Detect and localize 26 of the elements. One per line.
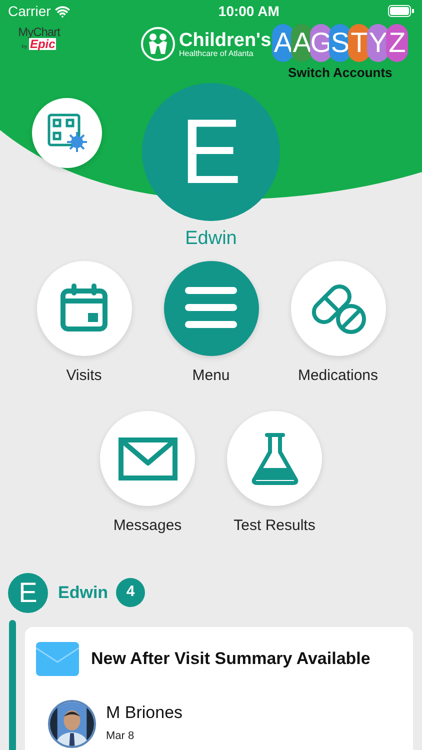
flask-icon <box>250 432 300 486</box>
message-date: Mar 8 <box>106 729 136 744</box>
battery-icon <box>388 5 414 17</box>
envelope-icon <box>36 642 79 676</box>
shortcut-label: Menu <box>192 366 230 386</box>
switch-accounts-button[interactable]: Switch Accounts <box>288 63 392 82</box>
card-title: New After Visit Summary Available <box>91 648 370 670</box>
calendar-icon <box>59 283 109 333</box>
sender-name: M Briones <box>106 702 183 724</box>
carrier-label: Carrier <box>8 2 51 20</box>
account-avatar[interactable]: Z <box>386 24 408 62</box>
notification-card[interactable]: New After Visit Summary Available M Briones Mar 8 <box>25 626 413 750</box>
qr-virus-icon <box>47 112 87 152</box>
feed-name: Edwin <box>58 582 108 604</box>
menu-icon <box>183 285 239 331</box>
shortcut-label: Medications <box>298 366 378 386</box>
wifi-icon <box>54 4 70 18</box>
org-logo: Children's Healthcare of Atlanta <box>140 26 272 62</box>
shortcut-label: Messages <box>113 516 182 536</box>
status-time: 10:00 AM <box>218 2 280 20</box>
profile-name: Edwin <box>185 226 237 250</box>
count-badge: 4 <box>116 578 146 607</box>
feed-avatar: E <box>8 572 48 612</box>
envelope-icon <box>118 436 178 480</box>
shortcut-label: Test Results <box>234 516 316 536</box>
shortcut-label: Visits <box>66 366 102 386</box>
